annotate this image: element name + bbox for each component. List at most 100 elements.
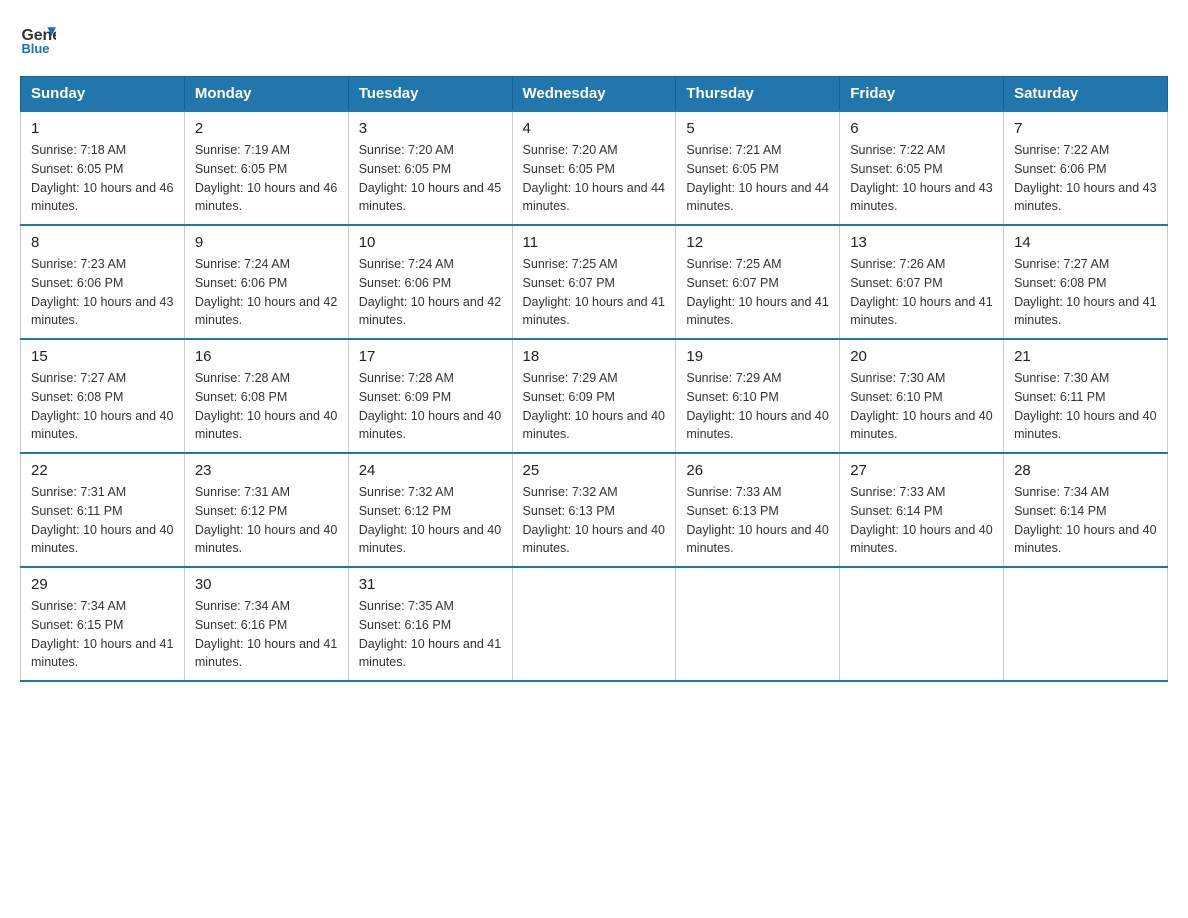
calendar-cell: 31 Sunrise: 7:35 AMSunset: 6:16 PMDaylig… (348, 567, 512, 681)
calendar-cell (840, 567, 1004, 681)
day-number: 9 (195, 234, 338, 251)
day-info: Sunrise: 7:32 AMSunset: 6:12 PMDaylight:… (359, 485, 501, 555)
day-number: 28 (1014, 462, 1157, 479)
day-number: 29 (31, 576, 174, 593)
day-info: Sunrise: 7:33 AMSunset: 6:13 PMDaylight:… (686, 485, 828, 555)
day-info: Sunrise: 7:32 AMSunset: 6:13 PMDaylight:… (523, 485, 665, 555)
day-info: Sunrise: 7:18 AMSunset: 6:05 PMDaylight:… (31, 143, 173, 213)
calendar-cell: 26 Sunrise: 7:33 AMSunset: 6:13 PMDaylig… (676, 453, 840, 567)
day-number: 1 (31, 120, 174, 137)
day-number: 19 (686, 348, 829, 365)
calendar-cell: 30 Sunrise: 7:34 AMSunset: 6:16 PMDaylig… (184, 567, 348, 681)
calendar-cell: 20 Sunrise: 7:30 AMSunset: 6:10 PMDaylig… (840, 339, 1004, 453)
day-info: Sunrise: 7:28 AMSunset: 6:08 PMDaylight:… (195, 371, 337, 441)
calendar-cell: 28 Sunrise: 7:34 AMSunset: 6:14 PMDaylig… (1004, 453, 1168, 567)
day-number: 31 (359, 576, 502, 593)
day-number: 6 (850, 120, 993, 137)
day-number: 24 (359, 462, 502, 479)
day-info: Sunrise: 7:24 AMSunset: 6:06 PMDaylight:… (195, 257, 337, 327)
calendar-cell: 2 Sunrise: 7:19 AMSunset: 6:05 PMDayligh… (184, 111, 348, 225)
day-number: 15 (31, 348, 174, 365)
calendar-week-row: 29 Sunrise: 7:34 AMSunset: 6:15 PMDaylig… (21, 567, 1168, 681)
day-info: Sunrise: 7:35 AMSunset: 6:16 PMDaylight:… (359, 599, 501, 669)
day-number: 18 (523, 348, 666, 365)
day-info: Sunrise: 7:30 AMSunset: 6:11 PMDaylight:… (1014, 371, 1156, 441)
day-info: Sunrise: 7:27 AMSunset: 6:08 PMDaylight:… (31, 371, 173, 441)
day-info: Sunrise: 7:34 AMSunset: 6:14 PMDaylight:… (1014, 485, 1156, 555)
calendar-cell: 23 Sunrise: 7:31 AMSunset: 6:12 PMDaylig… (184, 453, 348, 567)
calendar-cell: 27 Sunrise: 7:33 AMSunset: 6:14 PMDaylig… (840, 453, 1004, 567)
day-number: 25 (523, 462, 666, 479)
day-info: Sunrise: 7:28 AMSunset: 6:09 PMDaylight:… (359, 371, 501, 441)
day-number: 21 (1014, 348, 1157, 365)
day-number: 23 (195, 462, 338, 479)
day-info: Sunrise: 7:20 AMSunset: 6:05 PMDaylight:… (523, 143, 665, 213)
day-info: Sunrise: 7:25 AMSunset: 6:07 PMDaylight:… (686, 257, 828, 327)
calendar-week-row: 22 Sunrise: 7:31 AMSunset: 6:11 PMDaylig… (21, 453, 1168, 567)
calendar-cell: 12 Sunrise: 7:25 AMSunset: 6:07 PMDaylig… (676, 225, 840, 339)
calendar-cell: 29 Sunrise: 7:34 AMSunset: 6:15 PMDaylig… (21, 567, 185, 681)
weekday-header-row: SundayMondayTuesdayWednesdayThursdayFrid… (21, 77, 1168, 112)
day-info: Sunrise: 7:23 AMSunset: 6:06 PMDaylight:… (31, 257, 173, 327)
day-info: Sunrise: 7:29 AMSunset: 6:10 PMDaylight:… (686, 371, 828, 441)
calendar-cell: 24 Sunrise: 7:32 AMSunset: 6:12 PMDaylig… (348, 453, 512, 567)
logo-icon: General Blue (20, 20, 56, 56)
day-number: 20 (850, 348, 993, 365)
day-number: 22 (31, 462, 174, 479)
calendar-week-row: 1 Sunrise: 7:18 AMSunset: 6:05 PMDayligh… (21, 111, 1168, 225)
day-number: 5 (686, 120, 829, 137)
day-info: Sunrise: 7:24 AMSunset: 6:06 PMDaylight:… (359, 257, 501, 327)
day-number: 26 (686, 462, 829, 479)
day-info: Sunrise: 7:22 AMSunset: 6:05 PMDaylight:… (850, 143, 992, 213)
day-number: 11 (523, 234, 666, 251)
day-number: 3 (359, 120, 502, 137)
day-info: Sunrise: 7:20 AMSunset: 6:05 PMDaylight:… (359, 143, 501, 213)
calendar-cell: 15 Sunrise: 7:27 AMSunset: 6:08 PMDaylig… (21, 339, 185, 453)
day-info: Sunrise: 7:33 AMSunset: 6:14 PMDaylight:… (850, 485, 992, 555)
weekday-header-tuesday: Tuesday (348, 77, 512, 112)
calendar-cell: 9 Sunrise: 7:24 AMSunset: 6:06 PMDayligh… (184, 225, 348, 339)
day-number: 14 (1014, 234, 1157, 251)
calendar-cell: 18 Sunrise: 7:29 AMSunset: 6:09 PMDaylig… (512, 339, 676, 453)
calendar-week-row: 15 Sunrise: 7:27 AMSunset: 6:08 PMDaylig… (21, 339, 1168, 453)
calendar-cell: 8 Sunrise: 7:23 AMSunset: 6:06 PMDayligh… (21, 225, 185, 339)
calendar-week-row: 8 Sunrise: 7:23 AMSunset: 6:06 PMDayligh… (21, 225, 1168, 339)
calendar-cell: 11 Sunrise: 7:25 AMSunset: 6:07 PMDaylig… (512, 225, 676, 339)
calendar-cell: 16 Sunrise: 7:28 AMSunset: 6:08 PMDaylig… (184, 339, 348, 453)
calendar-cell: 21 Sunrise: 7:30 AMSunset: 6:11 PMDaylig… (1004, 339, 1168, 453)
svg-text:Blue: Blue (21, 41, 49, 56)
logo: General Blue (20, 20, 62, 56)
calendar-cell: 1 Sunrise: 7:18 AMSunset: 6:05 PMDayligh… (21, 111, 185, 225)
day-number: 30 (195, 576, 338, 593)
calendar-cell: 7 Sunrise: 7:22 AMSunset: 6:06 PMDayligh… (1004, 111, 1168, 225)
calendar-cell (512, 567, 676, 681)
day-info: Sunrise: 7:34 AMSunset: 6:15 PMDaylight:… (31, 599, 173, 669)
calendar-cell: 10 Sunrise: 7:24 AMSunset: 6:06 PMDaylig… (348, 225, 512, 339)
weekday-header-thursday: Thursday (676, 77, 840, 112)
day-info: Sunrise: 7:19 AMSunset: 6:05 PMDaylight:… (195, 143, 337, 213)
day-info: Sunrise: 7:34 AMSunset: 6:16 PMDaylight:… (195, 599, 337, 669)
calendar-cell: 4 Sunrise: 7:20 AMSunset: 6:05 PMDayligh… (512, 111, 676, 225)
calendar-cell (1004, 567, 1168, 681)
day-number: 7 (1014, 120, 1157, 137)
calendar-table: SundayMondayTuesdayWednesdayThursdayFrid… (20, 76, 1168, 682)
calendar-cell: 14 Sunrise: 7:27 AMSunset: 6:08 PMDaylig… (1004, 225, 1168, 339)
day-number: 27 (850, 462, 993, 479)
day-number: 16 (195, 348, 338, 365)
day-info: Sunrise: 7:31 AMSunset: 6:11 PMDaylight:… (31, 485, 173, 555)
weekday-header-monday: Monday (184, 77, 348, 112)
calendar-cell: 19 Sunrise: 7:29 AMSunset: 6:10 PMDaylig… (676, 339, 840, 453)
day-info: Sunrise: 7:26 AMSunset: 6:07 PMDaylight:… (850, 257, 992, 327)
day-number: 10 (359, 234, 502, 251)
day-number: 12 (686, 234, 829, 251)
day-info: Sunrise: 7:22 AMSunset: 6:06 PMDaylight:… (1014, 143, 1156, 213)
page-header: General Blue (20, 20, 1168, 56)
weekday-header-friday: Friday (840, 77, 1004, 112)
weekday-header-sunday: Sunday (21, 77, 185, 112)
calendar-cell: 25 Sunrise: 7:32 AMSunset: 6:13 PMDaylig… (512, 453, 676, 567)
day-info: Sunrise: 7:29 AMSunset: 6:09 PMDaylight:… (523, 371, 665, 441)
calendar-cell (676, 567, 840, 681)
calendar-cell: 13 Sunrise: 7:26 AMSunset: 6:07 PMDaylig… (840, 225, 1004, 339)
calendar-cell: 22 Sunrise: 7:31 AMSunset: 6:11 PMDaylig… (21, 453, 185, 567)
day-number: 8 (31, 234, 174, 251)
